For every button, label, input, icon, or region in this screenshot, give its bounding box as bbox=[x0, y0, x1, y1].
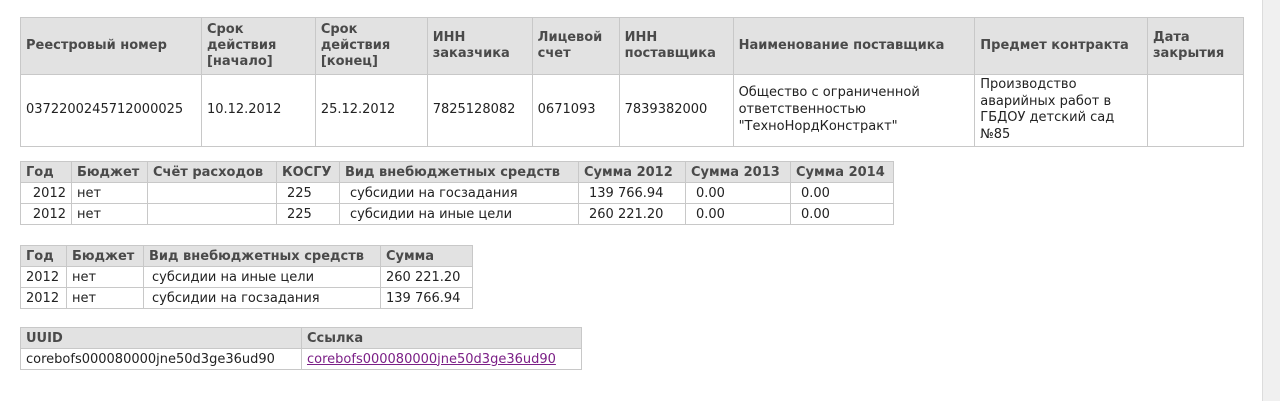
sum-2012-cell: 260 221.20 bbox=[578, 203, 686, 225]
supplier-name-cell: Общество с ограниченной ответственностью… bbox=[732, 74, 976, 147]
year-cell: 2012 bbox=[20, 266, 67, 288]
budget-cell: нет bbox=[66, 266, 144, 288]
budget-cell: нет bbox=[71, 182, 148, 204]
budget-header-row: Год Бюджет Счёт расходов КОСГУ Вид внебю… bbox=[20, 161, 894, 183]
sum-cell: 260 221.20 bbox=[380, 266, 473, 288]
funds-header-row: Год Бюджет Вид внебюджетных средств Сумм… bbox=[20, 245, 473, 267]
account-cell: 0671093 bbox=[531, 74, 620, 147]
uuid-table: UUID Ссылка corebofs000080000jne50d3ge36… bbox=[20, 327, 582, 370]
link-cell: corebofs000080000jne50d3ge36ud90 bbox=[301, 348, 582, 370]
header-link: Ссылка bbox=[301, 327, 582, 349]
fund-type-cell: субсидии на иные цели bbox=[339, 203, 579, 225]
header-expense-account: Счёт расходов bbox=[147, 161, 277, 183]
table-row: 2012 нет 225 субсидии на госзадания 139 … bbox=[20, 182, 894, 204]
uuid-header-row: UUID Ссылка bbox=[20, 327, 582, 349]
header-budget: Бюджет bbox=[66, 245, 144, 267]
year-cell: 2012 bbox=[20, 287, 67, 309]
expense-account-cell bbox=[147, 182, 277, 204]
kosgu-cell: 225 bbox=[276, 182, 340, 204]
header-fund-type: Вид внебюджетных средств bbox=[339, 161, 579, 183]
uuid-cell: corebofs000080000jne50d3ge36ud90 bbox=[20, 348, 302, 370]
table-row: 0372200245712000025 10.12.2012 25.12.201… bbox=[20, 74, 1244, 147]
header-uuid: UUID bbox=[20, 327, 302, 349]
fund-type-cell: субсидии на госзадания bbox=[339, 182, 579, 204]
year-cell: 2012 bbox=[20, 203, 72, 225]
table-row: 2012 нет субсидии на иные цели 260 221.2… bbox=[20, 266, 473, 288]
contract-subject-cell: Производство аварийных работ в ГБДОУ дет… bbox=[974, 74, 1148, 147]
header-supplier-inn: ИНН поставщика bbox=[618, 17, 734, 75]
header-fund-type: Вид внебюджетных средств bbox=[143, 245, 381, 267]
sum-2013-cell: 0.00 bbox=[685, 182, 791, 204]
header-account: Лицевой счет bbox=[531, 17, 620, 75]
expense-account-cell bbox=[147, 203, 277, 225]
header-year: Год bbox=[20, 245, 67, 267]
header-sum-2013: Сумма 2013 bbox=[685, 161, 791, 183]
sum-2014-cell: 0.00 bbox=[790, 203, 894, 225]
fund-type-cell: субсидии на иные цели bbox=[143, 266, 381, 288]
kosgu-cell: 225 bbox=[276, 203, 340, 225]
funds-table: Год Бюджет Вид внебюджетных средств Сумм… bbox=[20, 245, 473, 309]
sum-cell: 139 766.94 bbox=[380, 287, 473, 309]
header-term-start: Срок действия [начало] bbox=[200, 17, 316, 75]
year-cell: 2012 bbox=[20, 182, 72, 204]
vertical-scrollbar[interactable] bbox=[1262, 0, 1280, 401]
header-registry-number: Реестровый номер bbox=[20, 17, 202, 75]
header-budget: Бюджет bbox=[71, 161, 148, 183]
term-start-cell: 10.12.2012 bbox=[200, 74, 316, 147]
header-close-date: Дата закрытия bbox=[1147, 17, 1244, 75]
header-kosgu: КОСГУ bbox=[276, 161, 340, 183]
budget-table: Год Бюджет Счёт расходов КОСГУ Вид внебю… bbox=[20, 161, 894, 225]
budget-cell: нет bbox=[66, 287, 144, 309]
term-end-cell: 25.12.2012 bbox=[314, 74, 428, 147]
table-row: corebofs000080000jne50d3ge36ud90 corebof… bbox=[20, 348, 582, 370]
budget-cell: нет bbox=[71, 203, 148, 225]
fund-type-cell: субсидии на госзадания bbox=[143, 287, 381, 309]
header-supplier-name: Наименование поставщика bbox=[732, 17, 976, 75]
registry-number-cell: 0372200245712000025 bbox=[20, 74, 202, 147]
table-row: 2012 нет 225 субсидии на иные цели 260 2… bbox=[20, 203, 894, 225]
document-link[interactable]: corebofs000080000jne50d3ge36ud90 bbox=[307, 352, 556, 367]
header-contract-subject: Предмет контракта bbox=[974, 17, 1148, 75]
supplier-inn-cell: 7839382000 bbox=[618, 74, 734, 147]
sum-2014-cell: 0.00 bbox=[790, 182, 894, 204]
header-sum-2012: Сумма 2012 bbox=[578, 161, 686, 183]
header-sum-2014: Сумма 2014 bbox=[790, 161, 894, 183]
table-row: 2012 нет субсидии на госзадания 139 766.… bbox=[20, 287, 473, 309]
contract-table: Реестровый номер Срок действия [начало] … bbox=[20, 17, 1244, 147]
sum-2013-cell: 0.00 bbox=[685, 203, 791, 225]
sum-2012-cell: 139 766.94 bbox=[578, 182, 686, 204]
contract-header-row: Реестровый номер Срок действия [начало] … bbox=[20, 17, 1244, 75]
header-customer-inn: ИНН заказчика bbox=[426, 17, 533, 75]
close-date-cell bbox=[1147, 74, 1244, 147]
customer-inn-cell: 7825128082 bbox=[426, 74, 533, 147]
header-term-end: Срок действия [конец] bbox=[314, 17, 428, 75]
header-year: Год bbox=[20, 161, 72, 183]
header-sum: Сумма bbox=[380, 245, 473, 267]
